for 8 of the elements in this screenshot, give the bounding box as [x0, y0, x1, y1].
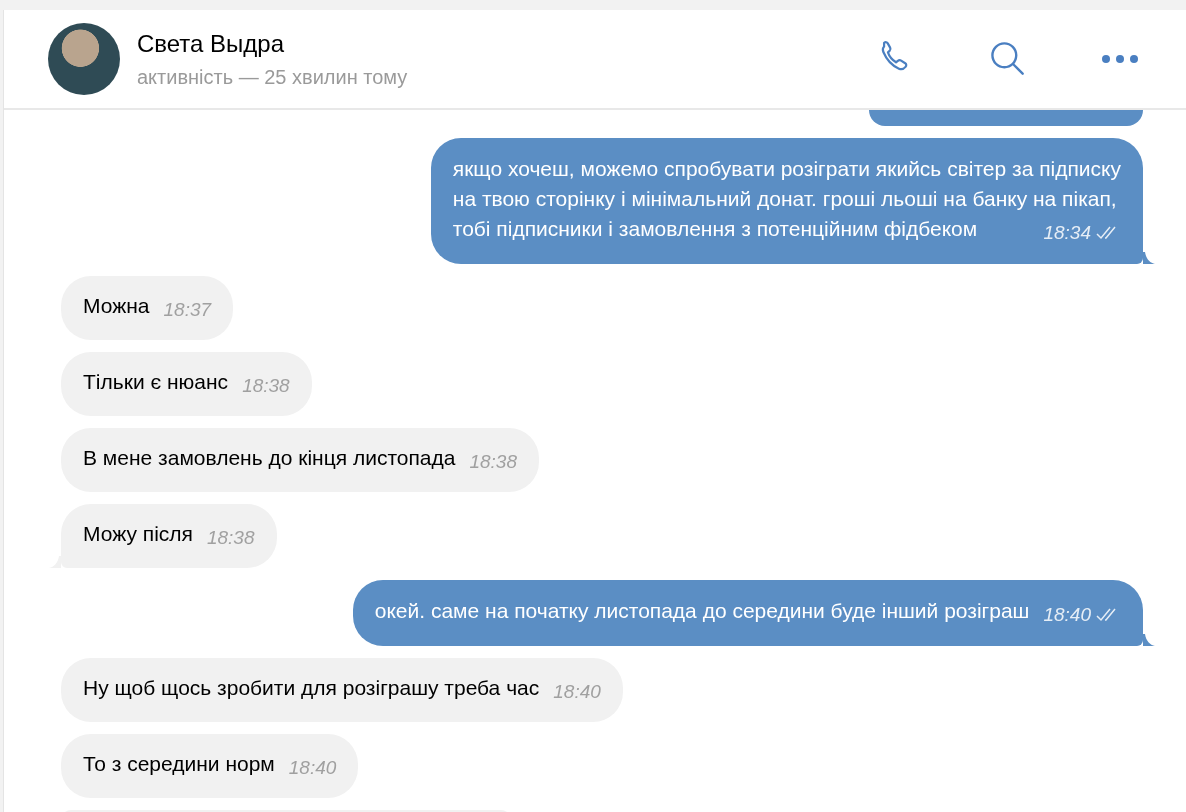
incoming-message: В мене замовлень до кінця листопада 18:38 [61, 428, 539, 492]
incoming-message: Ну щоб щось зробити для розіграшу треба час 18:40 [61, 658, 623, 722]
last-seen-status: активність — 25 хвилин тому [137, 65, 409, 89]
more-icon [1101, 54, 1139, 64]
incoming-message: Можна 18:37 [61, 276, 234, 340]
contact-name: Света Выдра [137, 29, 286, 58]
incoming-message: Тільки є нюанс 18:38 [61, 352, 312, 416]
incoming-message: То з середини норм 18:40 [61, 734, 359, 798]
